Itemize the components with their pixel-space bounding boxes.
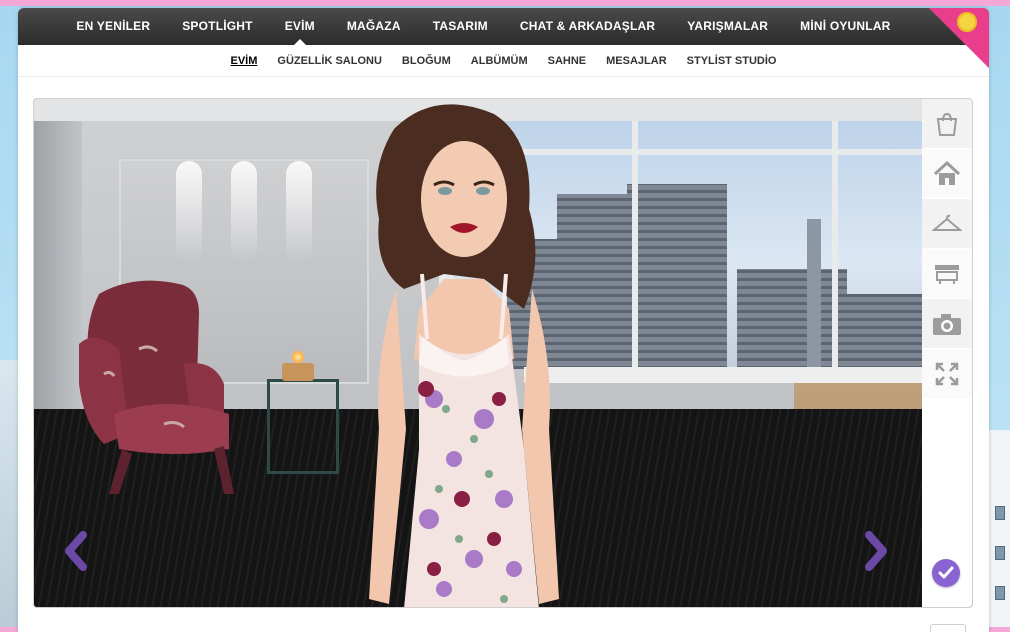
sub-nav: EVİM GÜZELLİK SALONU BLOĞUM ALBÜMÜM SAHN… xyxy=(18,45,989,77)
nav-item-yarismalar[interactable]: YARIŞMALAR xyxy=(671,8,784,45)
nav-item-mini-oyunlar[interactable]: MİNİ OYUNLAR xyxy=(784,8,906,45)
fullscreen-icon xyxy=(935,362,959,385)
chevron-left-icon xyxy=(65,531,87,571)
candle xyxy=(282,363,314,381)
prev-arrow[interactable] xyxy=(59,529,93,573)
subnav-item-mesajlar[interactable]: MESAJLAR xyxy=(596,55,677,67)
subnav-item-blogum[interactable]: BLOĞUM xyxy=(392,55,461,67)
chevron-right-icon xyxy=(865,531,887,571)
tool-home[interactable] xyxy=(922,149,972,199)
nav-item-tasarim[interactable]: TASARIM xyxy=(417,8,504,45)
tool-shop[interactable] xyxy=(922,99,972,149)
room-stage xyxy=(33,98,973,608)
shopping-bag-icon xyxy=(936,112,958,136)
side-table[interactable] xyxy=(267,379,339,474)
subnav-item-evim[interactable]: EVİM xyxy=(221,55,268,67)
furniture-icon xyxy=(935,264,959,284)
subnav-item-stylist-studio[interactable]: STYLİST STUDİO xyxy=(677,55,787,67)
nav-item-magaza[interactable]: MAĞAZA xyxy=(331,8,417,45)
nav-item-en-yeniler[interactable]: EN YENİLER xyxy=(60,8,166,45)
tool-wardrobe[interactable] xyxy=(922,199,972,249)
camera-icon xyxy=(933,313,961,335)
background-building-right xyxy=(986,430,1010,632)
avatar[interactable] xyxy=(334,99,594,608)
candle-flame xyxy=(292,349,304,365)
home-icon xyxy=(933,160,961,185)
hanger-icon xyxy=(932,214,962,231)
subnav-item-sahne[interactable]: SAHNE xyxy=(538,55,597,67)
armchair[interactable] xyxy=(74,274,249,499)
nav-item-evim[interactable]: EVİM xyxy=(269,8,331,45)
top-nav: EN YENİLER SPOTLİGHT EVİM MAĞAZA TASARIM… xyxy=(18,8,989,45)
side-toolbar xyxy=(922,99,972,607)
confirm-button[interactable] xyxy=(932,559,960,587)
main-frame: EN YENİLER SPOTLİGHT EVİM MAĞAZA TASARIM… xyxy=(18,8,989,632)
next-arrow[interactable] xyxy=(859,529,893,573)
nav-item-chat-arkadaslar[interactable]: CHAT & ARKADAŞLAR xyxy=(504,8,671,45)
chick-icon xyxy=(957,12,977,32)
subnav-item-guzellik-salonu[interactable]: GÜZELLİK SALONU xyxy=(267,55,392,67)
subnav-item-albumum[interactable]: ALBÜMÜM xyxy=(461,55,538,67)
tool-fullscreen[interactable] xyxy=(922,349,972,399)
bottom-tab[interactable] xyxy=(930,624,966,632)
tool-camera[interactable] xyxy=(922,299,972,349)
checkmark-icon xyxy=(938,566,954,579)
corner-badge[interactable] xyxy=(927,8,989,70)
tool-furniture[interactable] xyxy=(922,249,972,299)
nav-item-spotlight[interactable]: SPOTLİGHT xyxy=(166,8,268,45)
